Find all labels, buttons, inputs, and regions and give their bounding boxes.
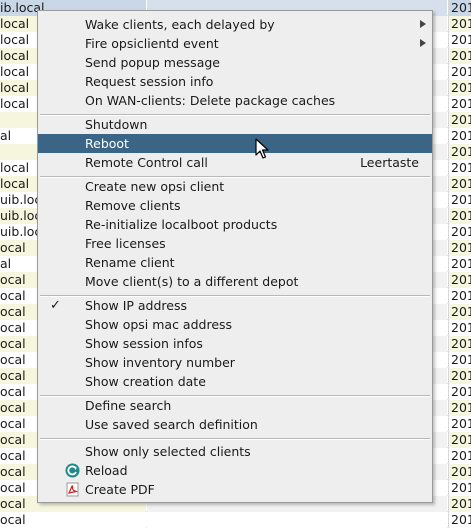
date-cell: 201 — [448, 496, 471, 512]
date-cell: 201 — [448, 368, 471, 384]
menu-item-label: Show opsi mac address — [85, 317, 233, 332]
menu-item-label: Create new opsi client — [85, 179, 225, 194]
menu-separator — [40, 438, 430, 440]
menu-item-show-ip[interactable]: ✓ Show IP address — [38, 296, 432, 315]
menu-item-define-search[interactable]: Define search — [38, 396, 432, 415]
menu-item-show-creation-date[interactable]: Show creation date — [38, 372, 432, 391]
date-cell: 201 — [448, 128, 471, 144]
menu-item-free-licenses[interactable]: Free licenses — [38, 234, 432, 253]
date-cell: 201 — [448, 256, 471, 272]
menu-item-label: Send popup message — [85, 55, 220, 70]
menu-item-label: Wake clients, each delayed by — [85, 17, 275, 32]
menu-item-label: Create PDF — [85, 482, 155, 497]
menu-item-label: Show only selected clients — [85, 444, 251, 459]
chevron-right-icon — [420, 39, 426, 47]
menu-item-remote-control[interactable]: Remote Control call Leertaste — [38, 153, 432, 172]
menu-item-use-saved-search[interactable]: Use saved search definition — [38, 415, 432, 434]
date-cell: 201 — [448, 464, 471, 480]
menu-item-move-depot[interactable]: Move client(s) to a different depot — [38, 272, 432, 291]
date-cell: 201 — [448, 480, 471, 496]
date-cell: 201 — [448, 160, 471, 176]
menu-item-wake-clients[interactable]: Wake clients, each delayed by — [38, 15, 432, 34]
menu-item-label: Remote Control call — [85, 155, 208, 170]
menu-item-label: Fire opsiclientd event — [85, 36, 219, 51]
menu-item-label: Show inventory number — [85, 355, 235, 370]
date-cell: 201 — [448, 288, 471, 304]
date-cell: 201 — [448, 352, 471, 368]
date-cell: 201 — [448, 16, 471, 32]
menu-item-label: Show creation date — [85, 374, 206, 389]
date-cell: 201 — [448, 48, 471, 64]
checkmark-icon: ✓ — [50, 298, 61, 313]
date-cell: 201 — [448, 144, 471, 160]
date-cell: 201 — [448, 112, 471, 128]
menu-item-label: Move client(s) to a different depot — [85, 274, 299, 289]
date-cell: 201 — [448, 208, 471, 224]
menu-item-remove-clients[interactable]: Remove clients — [38, 196, 432, 215]
pdf-icon — [65, 482, 80, 497]
date-cell: 201 — [448, 0, 471, 16]
menu-item-show-inventory[interactable]: Show inventory number — [38, 353, 432, 372]
table-row[interactable]: ocal 201 — [0, 512, 471, 528]
date-cell: 201 — [448, 320, 471, 336]
menu-item-label: Define search — [85, 398, 172, 413]
menu-item-label: Re-initialize localboot products — [85, 217, 278, 232]
chevron-right-icon — [420, 20, 426, 28]
date-cell: 201 — [448, 448, 471, 464]
menu-item-label: Request session info — [85, 74, 214, 89]
menu-item-reload[interactable]: Reload — [38, 461, 432, 480]
date-cell: 201 — [448, 384, 471, 400]
context-menu: Wake clients, each delayed by Fire opsic… — [37, 10, 433, 503]
reload-icon — [65, 463, 80, 478]
date-cell: 201 — [448, 336, 471, 352]
menu-item-show-mac[interactable]: Show opsi mac address — [38, 315, 432, 334]
date-cell: 201 — [448, 432, 471, 448]
date-cell: 201 — [448, 80, 471, 96]
menu-item-label: Rename client — [85, 255, 175, 270]
menu-item-label: Reboot — [85, 136, 129, 151]
date-cell: 201 — [448, 64, 471, 80]
menu-item-label: On WAN-clients: Delete package caches — [85, 93, 336, 108]
date-cell: 201 — [448, 512, 471, 528]
date-cell: 201 — [448, 224, 471, 240]
menu-item-shortcut: Leertaste — [360, 155, 419, 170]
date-cell: 201 — [448, 32, 471, 48]
menu-item-label: Remove clients — [85, 198, 181, 213]
menu-item-label: Reload — [85, 463, 128, 478]
menu-item-label: Shutdown — [85, 117, 148, 132]
date-cell: 201 — [448, 400, 471, 416]
menu-item-label: Show session infos — [85, 336, 203, 351]
date-cell: 201 — [448, 240, 471, 256]
menu-item-create-client[interactable]: Create new opsi client — [38, 177, 432, 196]
menu-item-send-popup[interactable]: Send popup message — [38, 53, 432, 72]
date-cell: 201 — [448, 176, 471, 192]
menu-item-create-pdf[interactable]: Create PDF — [38, 480, 432, 499]
date-cell: 201 — [448, 96, 471, 112]
menu-item-show-session[interactable]: Show session infos — [38, 334, 432, 353]
menu-item-reboot[interactable]: Reboot — [38, 134, 432, 153]
menu-item-rename-client[interactable]: Rename client — [38, 253, 432, 272]
menu-item-show-selected[interactable]: Show only selected clients — [38, 442, 432, 461]
menu-item-reinit-localboot[interactable]: Re-initialize localboot products — [38, 215, 432, 234]
date-cell: 201 — [448, 272, 471, 288]
menu-item-request-session[interactable]: Request session info — [38, 72, 432, 91]
menu-item-fire-event[interactable]: Fire opsiclientd event — [38, 34, 432, 53]
table-cell — [147, 512, 447, 528]
menu-item-shutdown[interactable]: Shutdown — [38, 115, 432, 134]
menu-item-wan-delete-caches[interactable]: On WAN-clients: Delete package caches — [38, 91, 432, 110]
date-cell: 201 — [448, 192, 471, 208]
client-name-cell: ocal — [0, 512, 146, 528]
date-cell: 201 — [448, 416, 471, 432]
menu-item-label: Use saved search definition — [85, 417, 258, 432]
date-cell: 201 — [448, 304, 471, 320]
menu-item-label: Show IP address — [85, 298, 188, 313]
mouse-pointer-icon — [255, 138, 269, 159]
menu-item-label: Free licenses — [85, 236, 166, 251]
